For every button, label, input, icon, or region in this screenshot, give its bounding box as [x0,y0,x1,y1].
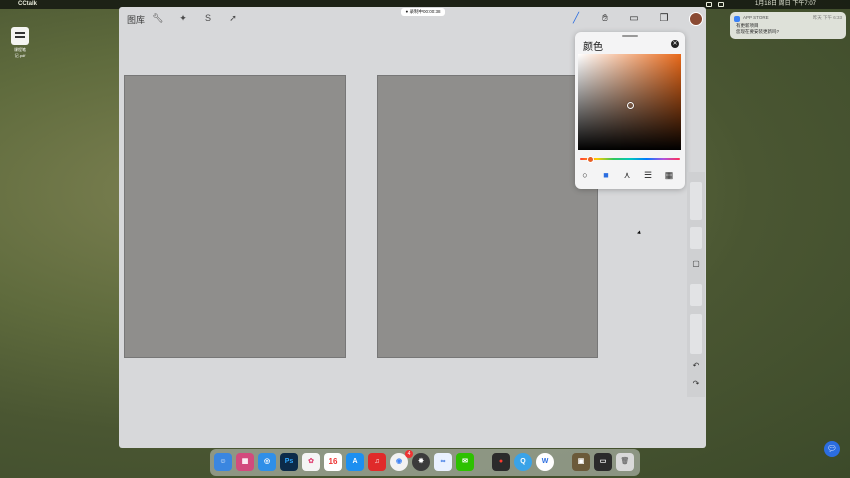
control-center-icon[interactable] [718,2,724,7]
hue-slider[interactable] [580,158,680,160]
notification-line2: 您现在要安装更新吗? [736,29,780,34]
color-swatch-button[interactable] [689,12,703,26]
launchpad-icon[interactable]: ▦ [236,453,254,471]
wrench-icon[interactable]: 🔧︎ [152,12,164,24]
procreate-window: 图库 🔧︎ ✦ S ➚ ╱ ✋︎ ▭ ❐ ● 录制中00:00:38 颜色 ✕ … [119,7,706,448]
dock: ☺ ▦ ◎ Ps ✿ 16 A ♫ ◉ 4 ✸ ∞ ✉ ● Q W ▣ ▭ 🗑︎ [210,449,640,476]
photos-icon[interactable]: ✿ [302,453,320,471]
sidebar-slot[interactable] [690,227,702,249]
chrome-badge: 4 [405,450,413,458]
word-icon[interactable]: W [536,453,554,471]
color-panel-title: 颜色 [583,42,603,53]
baidu-netdisk-icon[interactable]: ∞ [434,453,452,471]
opacity-slider[interactable] [690,314,702,354]
screenshot-icon[interactable]: ▭ [594,453,612,471]
gallery-button[interactable]: 图库 [127,13,145,26]
value-mode-icon[interactable]: ☰ [642,169,654,181]
painting-study [377,75,598,358]
menu-clock[interactable]: 1月18日 周日 下午7:07 [755,0,816,9]
file-icon [11,27,29,45]
transform-icon[interactable]: ➚ [227,12,239,24]
preview-icon[interactable]: ▣ [572,453,590,471]
harmony-mode-icon[interactable]: ⋏ [621,169,633,181]
disc-mode-icon[interactable]: ○ [579,169,591,181]
notification-app: APP STORE [743,15,769,20]
safari-icon[interactable]: ◎ [258,453,276,471]
classic-mode-icon[interactable]: ■ [600,169,612,181]
hue-slider-knob[interactable] [587,156,594,163]
reference-photo [124,75,346,358]
trash-icon[interactable]: 🗑︎ [616,453,634,471]
eraser-icon[interactable]: ▭ [627,12,641,26]
notification-card[interactable]: APP STORE 昨天 下午 6:33 有更新项目 您现在要安装更新吗? [730,12,846,39]
notification-time: 昨天 下午 6:33 [812,15,842,20]
app-store-icon [734,16,740,22]
color-panel: 颜色 ✕ ○ ■ ⋏ ☰ ▦ [575,32,685,189]
battery-icon[interactable] [706,2,712,7]
calendar-icon[interactable]: 16 [324,453,342,471]
screen-recorder-icon[interactable]: ● [492,453,510,471]
reference-photo-label [125,76,345,357]
painting-study-label [378,76,597,357]
brush-size-slider[interactable] [690,182,702,220]
qq-browser-icon[interactable]: Q [514,453,532,471]
menu-app-name[interactable]: CCtalk [18,0,37,9]
desktop-file-icon[interactable]: 课程笔记.pdf [9,27,31,58]
app-store-dock-icon[interactable]: A [346,453,364,471]
palettes-mode-icon[interactable]: ▦ [663,169,675,181]
wechat-icon[interactable]: ✉ [456,453,474,471]
modify-button-icon[interactable]: ▢ [690,259,702,269]
finder-icon[interactable]: ☺ [214,453,232,471]
davinci-icon[interactable]: ✸ [412,453,430,471]
sidebar-slot[interactable] [690,284,702,306]
right-sidebar: ▢ ↶ ↷ [687,172,705,397]
selection-icon[interactable]: S [202,12,214,24]
photoshop-icon[interactable]: Ps [280,453,298,471]
layers-icon[interactable]: ❐ [657,12,671,26]
recording-indicator[interactable]: ● 录制中00:00:38 [401,8,445,16]
panel-grabber[interactable] [622,35,638,37]
undo-icon[interactable]: ↶ [690,361,702,371]
brush-icon[interactable]: ╱ [569,12,583,26]
desktop-file-label: 课程笔记.pdf [14,47,26,58]
smudge-icon[interactable]: ✋︎ [598,12,612,26]
netease-music-icon[interactable]: ♫ [368,453,386,471]
chat-float-button[interactable]: 💬︎ [824,441,840,457]
close-icon[interactable]: ✕ [671,40,679,48]
color-picker-knob[interactable] [627,102,634,109]
redo-icon[interactable]: ↷ [690,379,702,389]
magic-wand-icon[interactable]: ✦ [177,12,189,24]
